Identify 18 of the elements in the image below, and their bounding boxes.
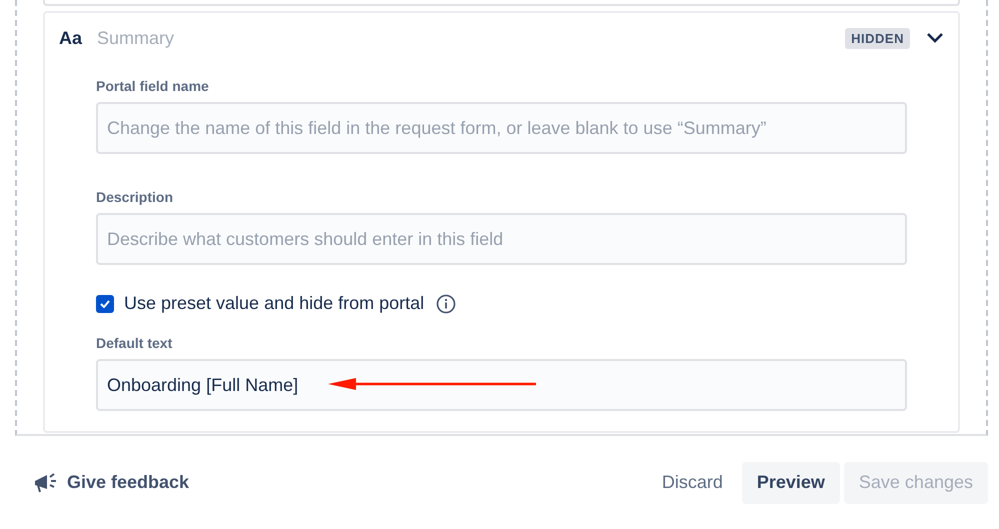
chevron-icon[interactable] [926, 32, 944, 44]
status-lozenge: HIDDEN [845, 28, 910, 48]
checkbox[interactable] [96, 294, 114, 312]
footer-button[interactable]: Discard [646, 462, 738, 504]
feedback-button[interactable]: Give feedback [33, 470, 190, 494]
text-field[interactable]: Change the name of this field in the request form, or leave blank to use “Summary” [96, 102, 907, 154]
info-icon[interactable] [436, 294, 456, 314]
text-field[interactable]: Onboarding [Full Name] [96, 359, 907, 411]
megaphone-icon [33, 470, 59, 494]
field-label: Portal field name [96, 78, 210, 94]
text-field[interactable]: Describe what customers should enter in this field [96, 213, 907, 265]
field-label: Default text [96, 335, 174, 351]
field-label: Description [96, 189, 174, 205]
footer-button[interactable]: Preview [742, 462, 840, 504]
text-type-icon: Aa [59, 28, 97, 48]
field-title: Summary [97, 28, 176, 48]
checkbox-label: Use preset value and hide from portal [124, 293, 424, 314]
check-icon [100, 300, 110, 308]
